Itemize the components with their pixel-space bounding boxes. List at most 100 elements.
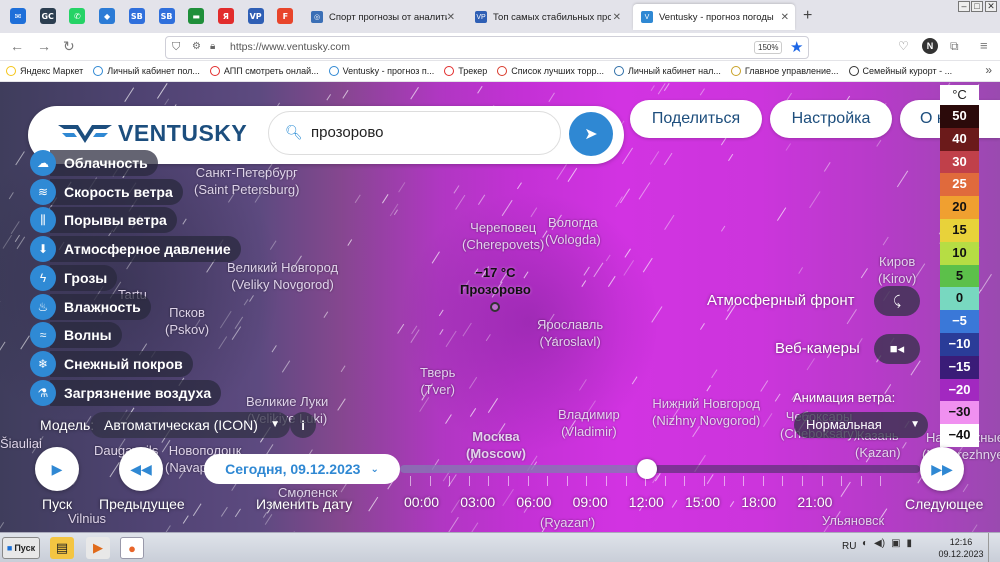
legend-value[interactable]: 40 bbox=[940, 127, 979, 151]
legend-value[interactable]: 20 bbox=[940, 196, 979, 219]
shield-icon[interactable]: ⛉ bbox=[172, 41, 180, 54]
play-button[interactable]: ▶ bbox=[35, 447, 79, 491]
bookmark-item[interactable]: Ventusky - прогноз п... bbox=[328, 66, 434, 76]
legend-value[interactable]: −10 bbox=[940, 332, 979, 356]
legend-value[interactable]: −15 bbox=[940, 355, 979, 379]
timeline-hour-label[interactable]: 09:00 bbox=[573, 494, 608, 510]
whatsapp-icon[interactable]: ✆ bbox=[69, 8, 86, 24]
media-player-icon[interactable]: ▶ bbox=[86, 537, 110, 559]
bookmark-item[interactable]: Личный кабинет нал... bbox=[613, 66, 721, 76]
layer-item[interactable]: ❄ Снежный покров bbox=[30, 350, 193, 377]
city-label[interactable]: Владимир (Vladimir) bbox=[558, 406, 620, 440]
city-label[interactable]: Ульяновск bbox=[822, 512, 884, 529]
settings-button[interactable]: Настройка bbox=[770, 100, 892, 138]
webcams-toggle[interactable]: ■◂ bbox=[874, 334, 920, 364]
timeline-hour-label[interactable]: 21:00 bbox=[797, 494, 832, 510]
share-button[interactable]: Поделиться bbox=[630, 100, 762, 138]
close-icon[interactable]: ✕ bbox=[613, 12, 621, 23]
start-button[interactable]: ■ Пуск bbox=[2, 537, 40, 559]
city-label[interactable]: Šiauliai bbox=[0, 435, 42, 452]
reload-icon[interactable]: ↻ bbox=[63, 39, 75, 53]
bookmark-item[interactable]: Список лучших торр... bbox=[497, 66, 604, 76]
firefox-icon[interactable]: ● bbox=[120, 537, 144, 559]
url-text[interactable]: https://www.ventusky.com bbox=[230, 41, 350, 53]
menu-icon[interactable]: ≡ bbox=[980, 39, 988, 53]
power-icon[interactable]: ▮ bbox=[907, 538, 913, 549]
lock-icon[interactable]: 🔒︎ bbox=[210, 41, 215, 52]
next-button[interactable]: ▶▶ bbox=[920, 447, 964, 491]
close-icon[interactable]: ✕ bbox=[447, 12, 455, 23]
legend-value[interactable]: −5 bbox=[940, 310, 979, 333]
mail-icon[interactable]: ✉ bbox=[10, 8, 26, 24]
location-temperature-marker[interactable]: −17 °C Прозорово bbox=[460, 264, 531, 312]
yandex-icon[interactable]: Я bbox=[217, 8, 234, 24]
maximize-button[interactable]: □ bbox=[971, 1, 983, 12]
vp-icon[interactable]: VP bbox=[247, 8, 264, 24]
date-picker-button[interactable]: Сегодня, 09.12.2023 ⌄ bbox=[204, 454, 400, 484]
legend-value[interactable]: 30 bbox=[940, 150, 979, 174]
layer-item[interactable]: ☁ Облачность bbox=[30, 150, 158, 176]
model-select[interactable]: Автоматическая (ICON) ▼ bbox=[90, 412, 290, 438]
bookmark-item[interactable]: Семейный курорт - ... bbox=[848, 66, 952, 76]
search-box[interactable]: 🔍︎ bbox=[268, 111, 561, 155]
back-icon[interactable]: ← bbox=[10, 39, 24, 53]
f-icon[interactable]: F bbox=[277, 8, 294, 24]
sb-icon-1[interactable]: SB bbox=[128, 8, 145, 24]
show-desktop-button[interactable] bbox=[988, 533, 1000, 562]
ventusky-logo[interactable]: VENTUSKY bbox=[58, 120, 247, 147]
volume-icon[interactable]: ◀) bbox=[874, 538, 885, 549]
timeline-hour-label[interactable]: 12:00 bbox=[629, 494, 664, 510]
legend-value[interactable]: 50 bbox=[940, 105, 979, 128]
legend-unit[interactable]: °C bbox=[940, 85, 979, 105]
more-bookmarks-icon[interactable]: » bbox=[985, 63, 992, 77]
wind-animation-select[interactable]: Нормальная ▼ bbox=[794, 412, 928, 438]
legend-value[interactable]: 0 bbox=[940, 287, 979, 311]
close-window-button[interactable]: ✕ bbox=[985, 1, 997, 12]
layer-item[interactable]: ≈ Волны bbox=[30, 322, 122, 349]
atmospheric-front-toggle[interactable]: ⤹ bbox=[874, 286, 920, 316]
city-label[interactable]: Санкт-Петербург (Saint Petersburg) bbox=[194, 164, 300, 198]
zoom-level[interactable]: 150% bbox=[754, 41, 783, 54]
bookmark-item[interactable]: Личный кабинет пол... bbox=[93, 66, 200, 76]
tab-top-stable-forecasts[interactable]: VP Топ самых стабильных прогноз ✕ bbox=[467, 4, 627, 30]
bookmark-item[interactable]: Яндекс Маркет bbox=[6, 66, 83, 76]
city-label[interactable]: Москва (Moscow) bbox=[466, 428, 526, 462]
city-label[interactable]: Череповец (Cherepovets) bbox=[462, 219, 544, 253]
legend-value[interactable]: −30 bbox=[940, 401, 979, 425]
file-explorer-icon[interactable]: ▤ bbox=[50, 537, 74, 559]
city-label[interactable]: Великий Новгород (Veliky Novgorod) bbox=[227, 259, 338, 293]
legend-value[interactable]: 25 bbox=[940, 173, 979, 197]
tab-ventusky[interactable]: V Ventusky - прогноз погоды на к ✕ bbox=[633, 4, 795, 30]
city-label[interactable]: Вологда (Vologda) bbox=[545, 214, 601, 248]
timeline-hour-label[interactable]: 18:00 bbox=[741, 494, 776, 510]
temperature-legend[interactable]: °C 50 40 30 25 20 15 10 5 0 −5 −10 −15 −20 −30 −40 bbox=[940, 85, 979, 447]
address-bar[interactable]: ⛉ ⚙ 🔒︎ https://www.ventusky.com 150% ★ bbox=[165, 36, 809, 59]
timeline-hour-label[interactable]: 03:00 bbox=[460, 494, 495, 510]
geolocate-button[interactable]: ➤ bbox=[569, 112, 613, 156]
minimize-button[interactable]: – bbox=[958, 1, 970, 12]
model-info-button[interactable]: i bbox=[290, 412, 316, 438]
city-label[interactable]: Киров (Kirov) bbox=[878, 253, 916, 287]
pocket-icon[interactable]: ♡ bbox=[898, 39, 909, 53]
tray-icon[interactable]: ◐ bbox=[862, 538, 868, 549]
bookmark-item[interactable]: Трекер bbox=[444, 66, 487, 76]
legend-value[interactable]: 15 bbox=[940, 218, 979, 242]
timeline-hour-label[interactable]: 00:00 bbox=[404, 494, 439, 510]
city-label[interactable]: Псков (Pskov) bbox=[165, 304, 209, 338]
new-tab-button[interactable]: + bbox=[803, 7, 812, 25]
search-input[interactable] bbox=[311, 124, 541, 141]
city-label[interactable]: Нижний Новгород (Nizhny Novgorod) bbox=[652, 395, 760, 429]
network-icon[interactable]: ▣ bbox=[891, 538, 900, 549]
extensions-icon[interactable]: ⧉ bbox=[950, 39, 959, 53]
legend-value[interactable]: −20 bbox=[940, 378, 979, 402]
city-label[interactable]: (Ryazan') bbox=[540, 514, 595, 531]
sb-icon-2[interactable]: SB bbox=[158, 8, 175, 24]
legend-value[interactable]: 5 bbox=[940, 264, 979, 288]
previous-button[interactable]: ◀◀ bbox=[119, 447, 163, 491]
gc-icon[interactable]: GC bbox=[39, 8, 56, 24]
city-label[interactable]: Тверь (Tver) bbox=[420, 364, 455, 398]
timeline-hour-label[interactable]: 06:00 bbox=[516, 494, 551, 510]
layer-item[interactable]: ♨ Влажность bbox=[30, 293, 151, 320]
timeline-thumb[interactable] bbox=[637, 459, 657, 479]
forward-icon[interactable]: → bbox=[37, 39, 51, 53]
